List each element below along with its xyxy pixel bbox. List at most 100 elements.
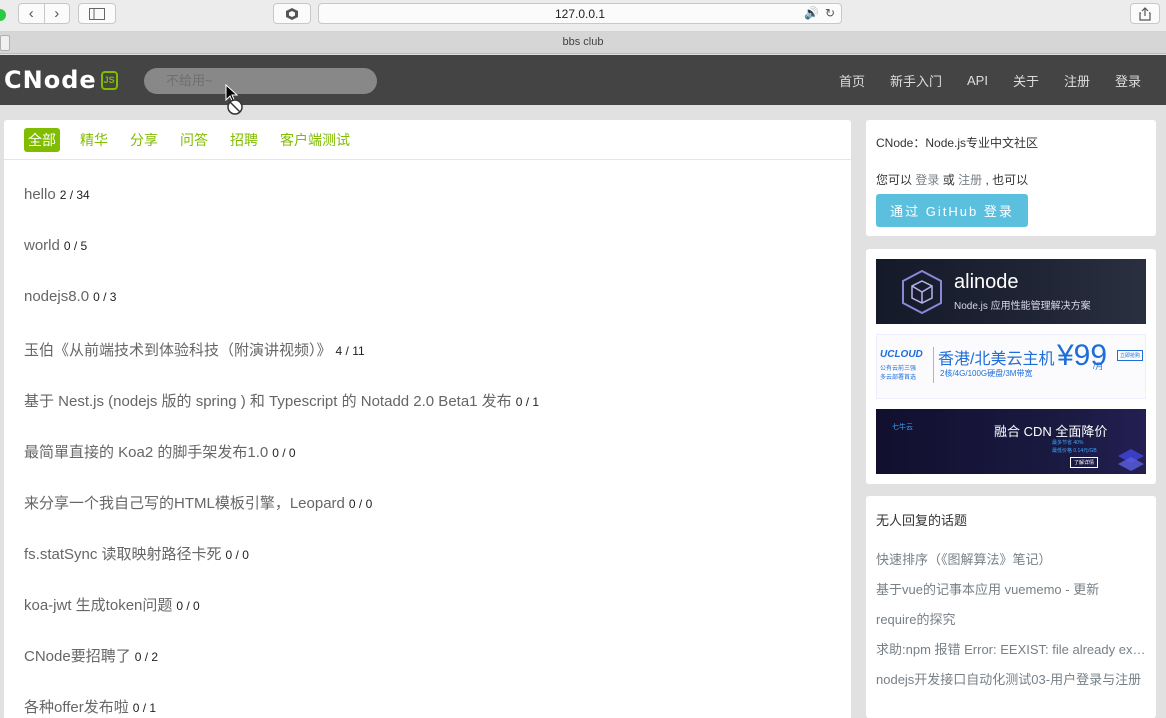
topic-item[interactable]: world 0 / 5 <box>24 237 87 254</box>
topic-count: 0 / 3 <box>93 290 117 304</box>
tab-share[interactable]: 分享 <box>130 130 158 150</box>
alinode-title: alinode <box>954 271 1019 293</box>
back-icon[interactable]: ‹ <box>19 4 45 23</box>
not-allowed-cursor-icon <box>225 84 243 115</box>
tab-title[interactable]: bbs club <box>0 36 1166 48</box>
qiniu-banner[interactable]: 七牛云 融合 CDN 全面降价 最多节省 40% 最低价格 0.14元/GB 了… <box>876 409 1146 474</box>
topic-title[interactable]: 来分享一个我自己写的HTML模板引擎，Leopard <box>24 495 345 512</box>
qiniu-title: 融合 CDN 全面降价 <box>994 424 1108 439</box>
topic-item[interactable]: 最简單直接的 Koa2 的脚手架发布1.0 0 / 0 <box>24 441 296 462</box>
topic-title[interactable]: nodejs8.0 <box>24 288 89 305</box>
ucloud-slogan-2: 多云部署首选 <box>880 375 917 381</box>
ucloud-divider <box>933 347 934 383</box>
qiniu-details-button[interactable]: 了解详情 <box>1070 457 1099 468</box>
tab-all[interactable]: 全部 <box>24 127 60 152</box>
menu-home[interactable]: 首页 <box>839 71 865 90</box>
topic-title[interactable]: CNode要招聘了 <box>24 648 131 665</box>
topic-count: 4 / 11 <box>335 344 365 358</box>
tab-good[interactable]: 精华 <box>80 130 108 150</box>
topic-item[interactable]: fs.statSync 读取映射路径卡死 0 / 0 <box>24 543 249 564</box>
main-menu: 首页 新手入门 API 关于 注册 登录 <box>839 55 1166 105</box>
logo-text: CNode <box>4 66 97 94</box>
login-suffix: , 也可以 <box>985 173 1029 187</box>
url-text: 127.0.0.1 <box>554 6 606 21</box>
no-reply-topic[interactable]: 求助:npm 报错 Error: EEXIST: file already ex… <box>876 639 1146 669</box>
tab-bar: bbs club <box>0 32 1166 54</box>
no-reply-topic[interactable]: nodejs开发接口自动化测试03-用户登录与注册 <box>876 669 1146 699</box>
tab-job[interactable]: 招聘 <box>230 130 258 150</box>
ucloud-buy-button[interactable]: 立即抢购 <box>1117 350 1144 361</box>
menu-about[interactable]: 关于 <box>1013 71 1039 90</box>
sidebar-no-reply: 无人回复的话题 快速排序（《图解算法》笔记） 基于vue的记事本应用 vueme… <box>866 496 1156 718</box>
login-prompt: 您可以 登录 或 注册 , 也可以 <box>876 171 1146 188</box>
alinode-logo-icon <box>902 269 942 315</box>
menu-login[interactable]: 登录 <box>1115 71 1141 90</box>
topic-item[interactable]: hello 2 / 34 <box>24 186 90 203</box>
ucloud-banner[interactable]: UCLOUD 公有云前三强 多云部署首选 香港/北美云主机 2核/4G/100G… <box>876 334 1146 399</box>
topic-title[interactable]: hello <box>24 186 56 203</box>
sidebar-intro: CNode：Node.js专业中文社区 您可以 登录 或 注册 , 也可以 通过… <box>866 120 1156 236</box>
menu-getting-started[interactable]: 新手入门 <box>890 71 942 90</box>
alinode-subtitle: Node.js 应用性能管理解决方案 <box>954 301 1091 312</box>
speaker-icon[interactable]: 🔊 <box>804 6 819 20</box>
search-input[interactable]: 不给用~ <box>144 68 377 94</box>
topic-title[interactable]: 玉伯《从前端技术到体验科技（附演讲视频）》 <box>24 342 332 359</box>
menu-register[interactable]: 注册 <box>1064 71 1090 90</box>
topic-title[interactable]: fs.statSync 读取映射路径卡死 <box>24 546 222 563</box>
no-reply-list: 快速排序（《图解算法》笔记） 基于vue的记事本应用 vuememo - 更新 … <box>876 549 1146 699</box>
topic-item[interactable]: 基于 Nest.js (nodejs 版的 spring ) 和 Typescr… <box>24 390 539 411</box>
topic-count: 0 / 2 <box>134 650 159 664</box>
no-reply-topic[interactable]: 快速排序（《图解算法》笔记） <box>876 549 1146 579</box>
topic-item[interactable]: CNode要招聘了 0 / 2 <box>24 645 158 666</box>
login-or: 或 <box>942 173 955 187</box>
topic-tabs: 全部 精华 分享 问答 招聘 客户端测试 <box>4 120 851 160</box>
login-link[interactable]: 登录 <box>915 173 939 187</box>
topic-count: 2 / 34 <box>59 188 90 202</box>
topic-title[interactable]: 最简單直接的 Koa2 的脚手架发布1.0 <box>24 444 268 461</box>
topic-list-panel: 全部 精华 分享 问答 招聘 客户端测试 hello 2 / 34 world 0 … <box>4 120 851 718</box>
topic-count: 0 / 0 <box>176 599 200 613</box>
history-nav: ‹ › <box>18 3 70 24</box>
topic-count: 0 / 0 <box>348 497 373 511</box>
tab-ask[interactable]: 问答 <box>180 130 208 150</box>
ucloud-spec: 2核/4G/100G硬盘/3M带宽 <box>940 369 1033 378</box>
sidebar-ads: alinode Node.js 应用性能管理解决方案 UCLOUD 公有云前三强… <box>866 249 1156 484</box>
github-login-button[interactable]: 通过 GitHub 登录 <box>876 194 1028 227</box>
tab-client-test[interactable]: 客户端测试 <box>280 130 350 150</box>
share-icon[interactable] <box>1130 3 1160 24</box>
topic-title[interactable]: 各种offer发布啦 <box>24 699 129 716</box>
qiniu-logo: 七牛云 <box>892 424 913 431</box>
menu-api[interactable]: API <box>967 73 988 88</box>
topic-item[interactable]: 来分享一个我自己写的HTML模板引擎，Leopard 0 / 0 <box>24 492 372 513</box>
no-reply-title: 无人回复的话题 <box>876 513 968 528</box>
window-zoom-button[interactable] <box>0 9 6 21</box>
ucloud-slogan-1: 公有云前三强 <box>880 366 917 372</box>
topic-count: 0 / 5 <box>63 239 88 253</box>
topic-item[interactable]: koa-jwt 生成token问题 0 / 0 <box>24 594 200 615</box>
ucloud-logo: UCLOUD <box>880 349 923 360</box>
topic-title[interactable]: 基于 Nest.js (nodejs 版的 spring ) 和 Typescr… <box>24 393 512 410</box>
extension-icon[interactable] <box>273 3 311 24</box>
topic-title[interactable]: world <box>24 237 60 254</box>
register-link[interactable]: 注册 <box>958 173 982 187</box>
topic-title[interactable]: koa-jwt 生成token问题 <box>24 597 172 614</box>
site-logo[interactable]: CNode JS <box>4 68 118 92</box>
topic-count: 0 / 0 <box>272 446 296 460</box>
reload-icon[interactable]: ↻ <box>825 6 835 20</box>
community-title: CNode：Node.js专业中文社区 <box>876 136 1039 150</box>
topic-item[interactable]: nodejs8.0 0 / 3 <box>24 288 116 305</box>
topic-item[interactable]: 各种offer发布啦 0 / 1 <box>24 696 156 717</box>
address-bar[interactable]: 127.0.0.1 🔊 ↻ <box>318 3 842 24</box>
no-reply-topic[interactable]: require的探究 <box>876 609 1146 639</box>
login-prefix: 您可以 <box>876 173 913 187</box>
alinode-banner[interactable]: alinode Node.js 应用性能管理解决方案 <box>876 259 1146 324</box>
sidebar-toggle-icon[interactable] <box>78 3 116 24</box>
topic-count: 0 / 1 <box>132 701 157 715</box>
topic-count: 0 / 1 <box>515 395 540 409</box>
forward-icon[interactable]: › <box>45 4 70 23</box>
topic-item[interactable]: 玉伯《从前端技术到体验科技（附演讲视频）》 4 / 11 <box>24 339 365 360</box>
qiniu-line-1: 最多节省 40% <box>1052 440 1084 446</box>
topic-count: 0 / 0 <box>225 548 249 562</box>
no-reply-topic[interactable]: 基于vue的记事本应用 vuememo - 更新 <box>876 579 1146 609</box>
browser-toolbar: ‹ › 127.0.0.1 🔊 ↻ <box>0 0 1166 32</box>
